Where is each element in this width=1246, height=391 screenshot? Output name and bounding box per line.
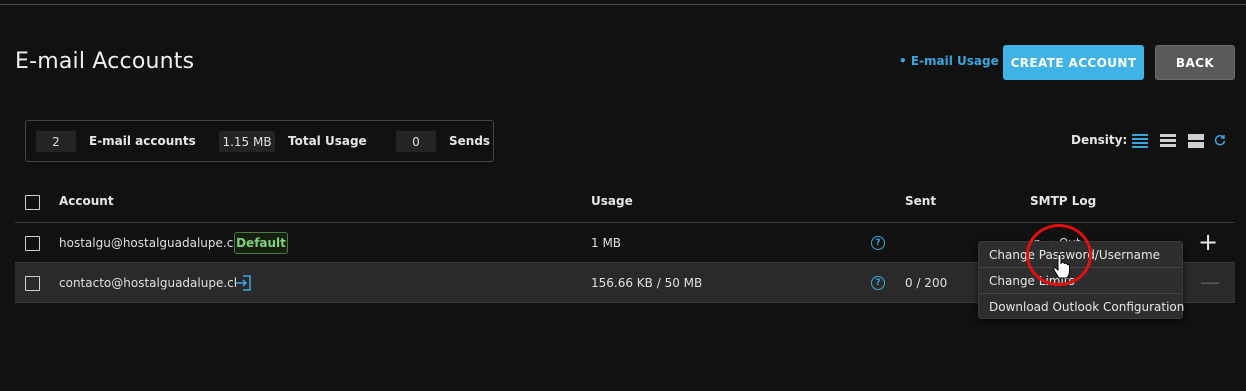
account-usage: 1 MB	[591, 236, 622, 250]
menu-divider	[980, 293, 1181, 294]
menu-item-download-outlook[interactable]: Download Outlook Configuration	[989, 300, 1184, 314]
usage-label: Total Usage	[288, 134, 367, 148]
page-title: E-mail Accounts	[15, 49, 195, 74]
minus-icon[interactable]: —	[1200, 272, 1220, 292]
plus-icon[interactable]: +	[1198, 230, 1218, 254]
stats-summary: 2 E-mail accounts 1.15 MB Total Usage 0 …	[25, 120, 494, 162]
select-all-checkbox[interactable]	[25, 195, 40, 210]
create-account-button[interactable]: CREATE ACCOUNT	[1003, 45, 1144, 80]
column-account[interactable]: Account	[59, 194, 114, 208]
refresh-icon[interactable]	[1214, 134, 1228, 148]
row-checkbox[interactable]	[25, 276, 40, 291]
default-badge: Default	[234, 232, 288, 254]
sends-label: Sends	[449, 134, 491, 148]
accounts-count: 2	[36, 131, 76, 152]
question-circle-icon[interactable]: ?	[871, 276, 885, 290]
density-normal-icon[interactable]	[1160, 134, 1176, 149]
account-sent: 0 / 200	[905, 276, 948, 290]
accounts-label: E-mail accounts	[89, 134, 196, 148]
account-email[interactable]: contacto@hostalguadalupe.cl	[59, 276, 237, 290]
login-arrow-icon[interactable]	[234, 273, 254, 293]
density-spacious-icon[interactable]	[1188, 134, 1204, 149]
density-label: Density:	[1071, 133, 1128, 147]
hand-pointer-icon	[1052, 253, 1072, 280]
email-usage-link[interactable]: • E-mail Usage	[899, 54, 999, 68]
column-smtp-log[interactable]: SMTP Log	[1030, 194, 1096, 208]
header-divider	[15, 222, 1235, 223]
sends-count: 0	[396, 131, 436, 152]
row-checkbox[interactable]	[25, 236, 40, 251]
density-compact-icon[interactable]	[1132, 134, 1148, 149]
usage-total: 1.15 MB	[219, 131, 275, 152]
column-sent[interactable]: Sent	[905, 194, 936, 208]
account-email[interactable]: hostalgu@hostalguadalupe.cl	[59, 236, 237, 250]
back-button[interactable]: BACK	[1155, 45, 1235, 80]
question-circle-icon[interactable]: ?	[871, 236, 885, 250]
top-divider	[0, 4, 1246, 5]
column-usage[interactable]: Usage	[591, 194, 633, 208]
account-usage: 156.66 KB / 50 MB	[591, 276, 703, 290]
